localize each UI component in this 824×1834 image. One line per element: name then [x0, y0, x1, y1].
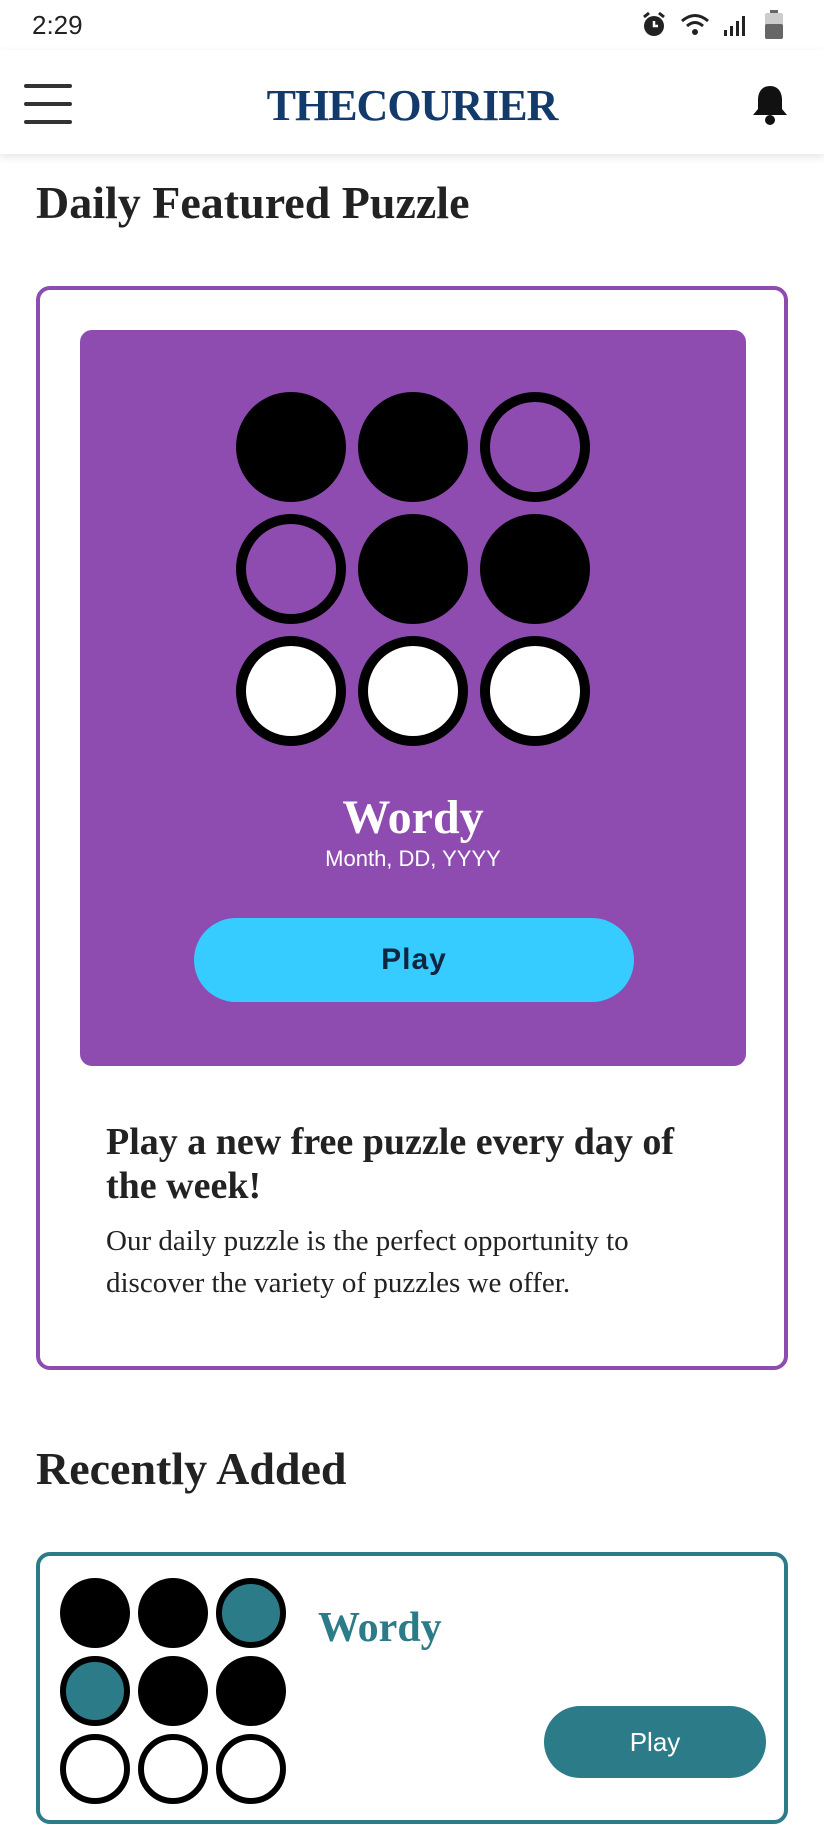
- grid-dot-filled: [358, 514, 468, 624]
- puzzle-logo-grid: [236, 392, 590, 746]
- signal-icon: [724, 16, 745, 36]
- grid-dot-hollow: [480, 392, 590, 502]
- grid-dot-filled: [236, 392, 346, 502]
- grid-dot-white: [216, 1734, 286, 1804]
- bell-icon[interactable]: [748, 82, 792, 126]
- grid-dot-white: [138, 1734, 208, 1804]
- featured-puzzle-panel[interactable]: Wordy Month, DD, YYYY Play: [80, 330, 746, 1066]
- status-time: 2:29: [32, 10, 83, 40]
- wifi-icon: [681, 14, 709, 35]
- battery-icon: [765, 10, 783, 39]
- grid-dot-filled: [216, 1656, 286, 1726]
- grid-dot-filled: [480, 514, 590, 624]
- grid-dot-filled: [60, 1578, 130, 1648]
- grid-dot-filled: [138, 1578, 208, 1648]
- recent-section-title: Recently Added: [36, 1443, 347, 1494]
- puzzle-date: Month, DD, YYYY: [325, 846, 501, 871]
- promo-body: Our daily puzzle is the perfect opportun…: [106, 1225, 629, 1299]
- recent-puzzle-name: Wordy: [318, 1605, 442, 1651]
- play-button[interactable]: Play: [194, 918, 634, 1002]
- grid-dot-white: [236, 636, 346, 746]
- alarm-icon: [643, 11, 665, 36]
- status-bar: 2:29: [0, 0, 824, 50]
- grid-dot-white: [358, 636, 468, 746]
- puzzle-name: Wordy: [342, 791, 484, 844]
- puzzle-thumbnail-grid: [60, 1578, 286, 1804]
- recent-puzzle-card[interactable]: Wordy Play: [36, 1552, 788, 1824]
- grid-dot-teal: [60, 1656, 130, 1726]
- brand-logo[interactable]: THECOURIER: [0, 80, 824, 131]
- app-header: THECOURIER: [0, 50, 824, 154]
- recent-play-button[interactable]: Play: [544, 1706, 766, 1778]
- grid-dot-filled: [358, 392, 468, 502]
- grid-dot-white: [60, 1734, 130, 1804]
- promo-heading: Play a new free puzzle every day of the …: [106, 1121, 675, 1207]
- featured-section-title: Daily Featured Puzzle: [36, 177, 470, 228]
- status-icons: [640, 10, 784, 40]
- grid-dot-teal: [216, 1578, 286, 1648]
- grid-dot-white: [480, 636, 590, 746]
- grid-dot-hollow: [236, 514, 346, 624]
- featured-puzzle-card: Wordy Month, DD, YYYY Play Play a new fr…: [36, 286, 788, 1370]
- grid-dot-filled: [138, 1656, 208, 1726]
